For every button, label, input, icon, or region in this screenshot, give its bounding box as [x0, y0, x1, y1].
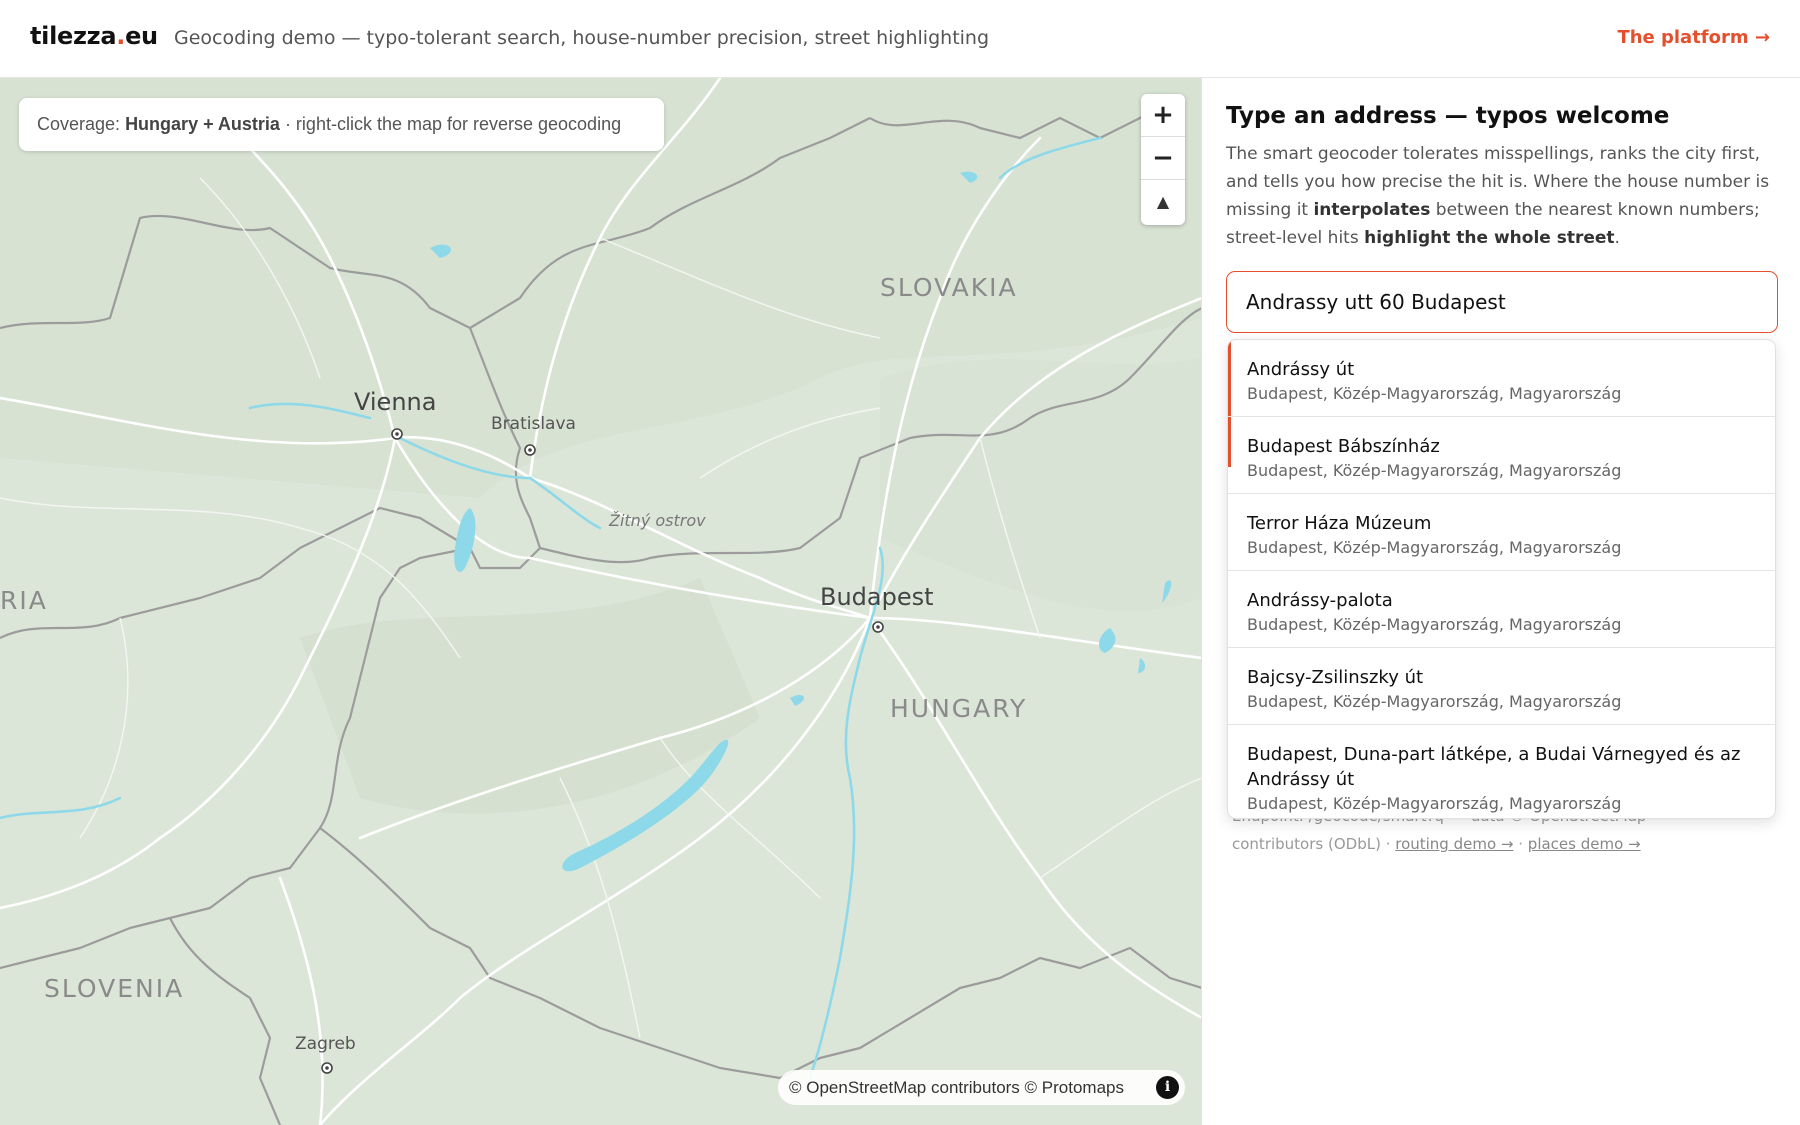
- label-hungary: HUNGARY: [890, 694, 1028, 723]
- suggestion-name: Budapest, Duna-part látképe, a Budai Vár…: [1247, 744, 1741, 790]
- label-zitny-ostrov: Žitný ostrov: [609, 511, 706, 530]
- compass-icon: ▲: [1156, 192, 1170, 211]
- platform-link[interactable]: The platform →: [1617, 27, 1770, 48]
- suggestion-item[interactable]: Terror Háza Múzeum Budapest, Közép-Magya…: [1228, 494, 1775, 571]
- label-budapest: Budapest: [820, 583, 934, 611]
- routing-demo-link[interactable]: routing demo →: [1395, 835, 1513, 853]
- label-bratislava: Bratislava: [491, 414, 576, 434]
- panel-title: Type an address — typos welcome: [1226, 103, 1670, 129]
- places-demo-link[interactable]: places demo →: [1528, 835, 1641, 853]
- suggestion-highlight-bar: [1228, 417, 1231, 467]
- coverage-banner: Coverage: Hungary + Austria · right-clic…: [19, 98, 664, 151]
- suggestion-region: Budapest, Közép-Magyarország, Magyarorsz…: [1247, 538, 1622, 557]
- panel-description: The smart geocoder tolerates misspelling…: [1226, 144, 1770, 248]
- suggestion-item[interactable]: Andrássy-palota Budapest, Közép-Magyaror…: [1228, 571, 1775, 648]
- logo[interactable]: tilezza.eu: [30, 22, 158, 50]
- label-slovenia: SLOVENIA: [44, 974, 185, 1003]
- map-navigation-control: + − ▲: [1141, 94, 1185, 225]
- suggestion-name: Budapest Bábszínház: [1247, 436, 1440, 457]
- map-graphic: [0, 78, 1201, 1125]
- suggestion-item[interactable]: Budapest, Duna-part látképe, a Budai Vár…: [1228, 725, 1775, 818]
- label-zagreb: Zagreb: [295, 1034, 356, 1054]
- suggestion-name: Andrássy út: [1247, 359, 1355, 380]
- suggestion-region: Budapest, Közép-Magyarország, Magyarorsz…: [1247, 615, 1622, 634]
- suggestion-region: Budapest, Közép-Magyarország, Magyarorsz…: [1247, 692, 1622, 711]
- compass-reset-button[interactable]: ▲: [1141, 180, 1185, 223]
- label-slovakia: SLOVAKIA: [880, 273, 1018, 302]
- page-tagline: Geocoding demo — typo-tolerant search, h…: [174, 27, 990, 49]
- suggestion-region: Budapest, Közép-Magyarország, Magyarorsz…: [1247, 461, 1622, 480]
- suggestion-region: Budapest, Közép-Magyarország, Magyarorsz…: [1247, 384, 1622, 403]
- suggestion-item[interactable]: Bajcsy-Zsilinszky út Budapest, Közép-Mag…: [1228, 648, 1775, 725]
- info-icon[interactable]: i: [1156, 1076, 1179, 1099]
- suggestion-name: Terror Háza Múzeum: [1247, 513, 1432, 534]
- label-vienna: Vienna: [354, 388, 437, 416]
- zoom-in-button[interactable]: +: [1141, 94, 1185, 137]
- address-search-input[interactable]: [1226, 271, 1778, 333]
- map-canvas[interactable]: SLOVAKIA HUNGARY SLOVENIA RIA Vienna Bra…: [0, 78, 1202, 1125]
- suggestion-name: Andrássy-palota: [1247, 590, 1393, 611]
- suggestion-name: Bajcsy-Zsilinszky út: [1247, 667, 1424, 688]
- top-header: tilezza.eu Geocoding demo — typo-toleran…: [0, 0, 1800, 78]
- zoom-out-button[interactable]: −: [1141, 137, 1185, 180]
- label-austria-partial: RIA: [0, 586, 48, 615]
- suggestion-region: Budapest, Közép-Magyarország, Magyarorsz…: [1247, 794, 1622, 813]
- suggestion-highlight-bar: [1228, 340, 1231, 416]
- suggestion-item[interactable]: Andrássy út Budapest, Közép-Magyarország…: [1228, 340, 1775, 417]
- suggestions-dropdown: Andrássy út Budapest, Közép-Magyarország…: [1227, 339, 1776, 819]
- map-attribution: © OpenStreetMap contributors © Protomaps…: [778, 1070, 1185, 1105]
- attribution-text: © OpenStreetMap contributors © Protomaps: [789, 1078, 1124, 1097]
- suggestion-item[interactable]: Budapest Bábszínház Budapest, Közép-Magy…: [1228, 417, 1775, 494]
